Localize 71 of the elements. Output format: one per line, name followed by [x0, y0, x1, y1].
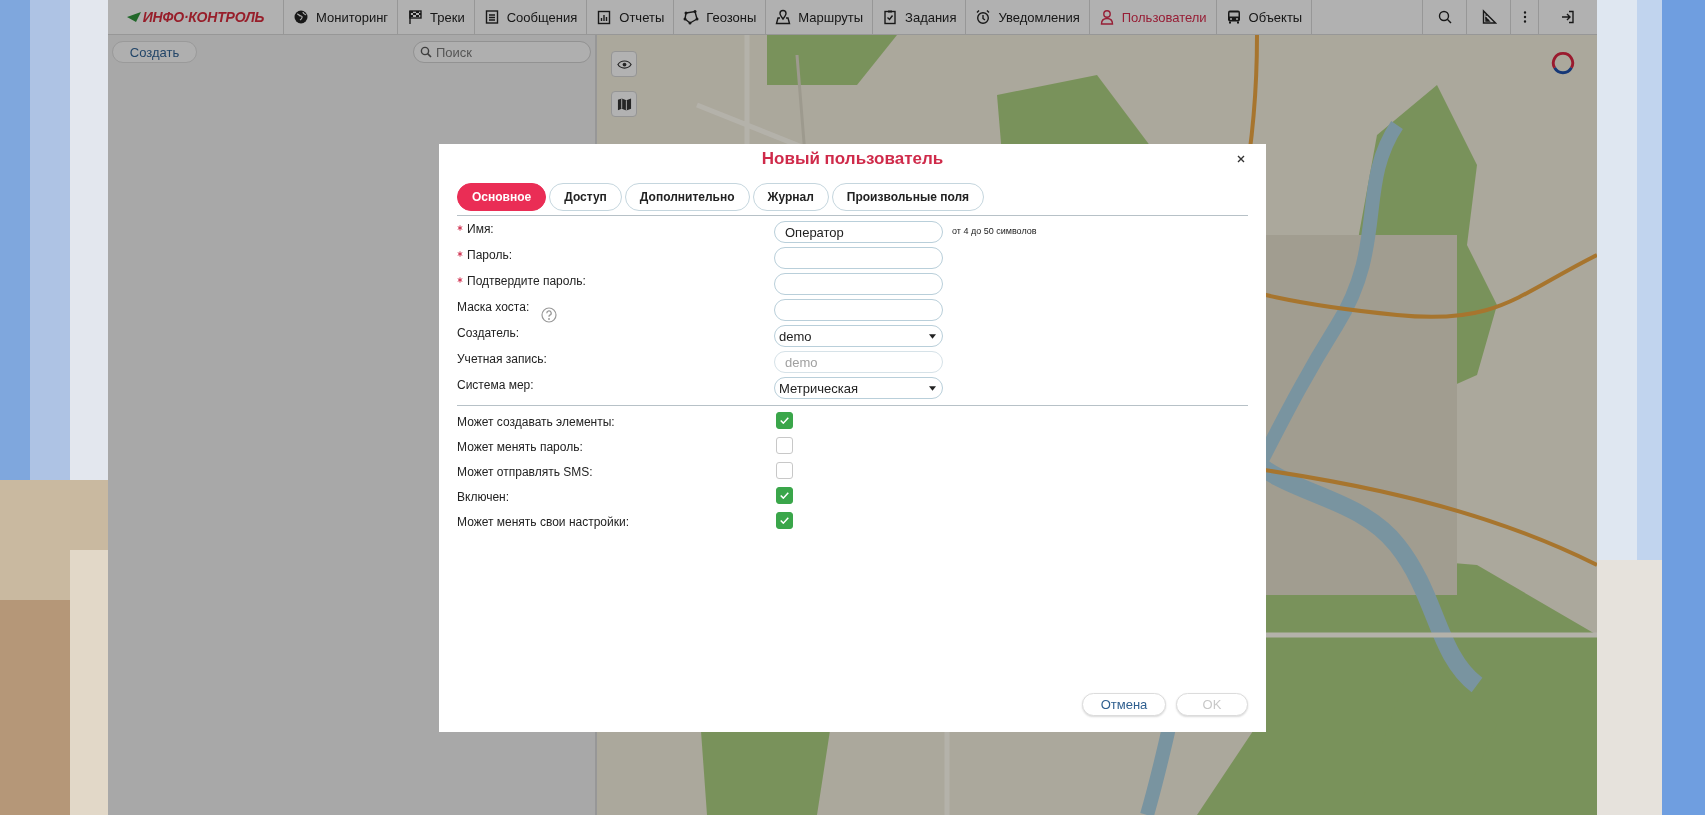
dialog-tab[interactable]: Дополнительно	[624, 183, 750, 211]
checkbox[interactable]	[776, 512, 793, 529]
checkbox-label: Включен:	[457, 488, 510, 506]
nav-tab[interactable]: Треки	[398, 0, 475, 34]
field-label: Система мер:	[457, 378, 534, 392]
check-icon	[780, 417, 789, 424]
field-label: Маска хоста:	[457, 300, 530, 314]
map-pin-icon	[775, 9, 792, 25]
alarm-clock-icon	[975, 9, 992, 25]
map-control-button[interactable]	[611, 51, 637, 77]
field-label: Создатель:	[457, 326, 520, 340]
map-control-button[interactable]	[611, 91, 637, 117]
checkbox[interactable]	[776, 462, 793, 479]
hint-text: от 4 до 50 символов	[951, 225, 1038, 238]
caret-icon	[929, 333, 936, 339]
globe-icon	[293, 9, 309, 25]
dialog-button[interactable]: Отмена	[1082, 693, 1166, 716]
checkbox-label: Может отправлять SMS:	[457, 463, 594, 481]
field-label: Подтвердите пароль:	[467, 274, 586, 288]
input-field[interactable]	[774, 299, 943, 321]
check-icon	[780, 492, 789, 499]
polygon-icon	[683, 9, 700, 25]
map-icon	[616, 96, 632, 112]
checkbox-label: Может менять пароль:	[457, 438, 584, 456]
field-label: Учетная запись:	[457, 352, 547, 366]
logout-icon	[1560, 9, 1576, 25]
select-field[interactable]: Метрическая	[774, 377, 943, 399]
checkered-flag-icon	[407, 9, 424, 25]
clipboard-check-icon	[882, 9, 899, 25]
nav-tab[interactable]: Маршруты	[766, 0, 874, 34]
create-button[interactable]: Создать	[112, 41, 197, 63]
search-field[interactable]: Поиск	[413, 41, 591, 63]
dialog-tab[interactable]: Основное	[457, 183, 547, 211]
nav-tab[interactable]: Мониторинг	[284, 0, 399, 34]
ruler-icon	[1480, 9, 1497, 25]
nav-tab[interactable]: Объекты	[1216, 0, 1313, 34]
bus-icon	[1225, 9, 1242, 25]
more-icon	[1522, 11, 1527, 23]
dialog-title: Новый пользователь	[761, 149, 944, 170]
checkbox[interactable]	[776, 487, 793, 504]
input-field[interactable]	[774, 273, 943, 295]
dialog-tab[interactable]: Произвольные поля	[831, 183, 985, 211]
search-icon	[1436, 9, 1453, 25]
search-icon	[420, 46, 432, 58]
nav-tab[interactable]: Отчеты	[587, 0, 675, 34]
dialog-tab[interactable]: Доступ	[549, 183, 622, 211]
nav-tab[interactable]: Задания	[873, 0, 967, 34]
checkbox[interactable]	[776, 437, 793, 454]
person-icon	[1098, 9, 1115, 25]
input-field[interactable]: Оператор	[774, 221, 943, 243]
check-icon	[780, 517, 789, 524]
checkbox[interactable]	[776, 412, 793, 429]
report-icon	[596, 9, 613, 25]
nav-tab[interactable]: Сообщения	[474, 0, 588, 34]
logo-text: ИНФО·КОНТРОЛЬ	[142, 9, 265, 25]
arrow-icon	[126, 12, 141, 22]
input-field[interactable]	[774, 247, 943, 269]
field-label: Пароль:	[467, 248, 512, 262]
nav-tab[interactable]: Геозоны	[674, 0, 767, 34]
document-icon	[483, 9, 500, 25]
select-field[interactable]: demo	[774, 325, 943, 347]
caret-icon	[929, 385, 936, 391]
nav-tab[interactable]: Уведомления	[966, 0, 1090, 34]
close-icon[interactable]	[1236, 154, 1246, 164]
logo-icon	[1551, 51, 1575, 75]
checkbox-label: Может менять свои настройки:	[457, 513, 631, 531]
nav-tab[interactable]: Пользователи	[1089, 0, 1217, 34]
dialog-tab[interactable]: Журнал	[752, 183, 829, 211]
help-icon[interactable]	[541, 307, 558, 323]
checkbox-label: Может создавать элементы:	[457, 413, 616, 431]
field-label: Имя:	[467, 222, 494, 236]
